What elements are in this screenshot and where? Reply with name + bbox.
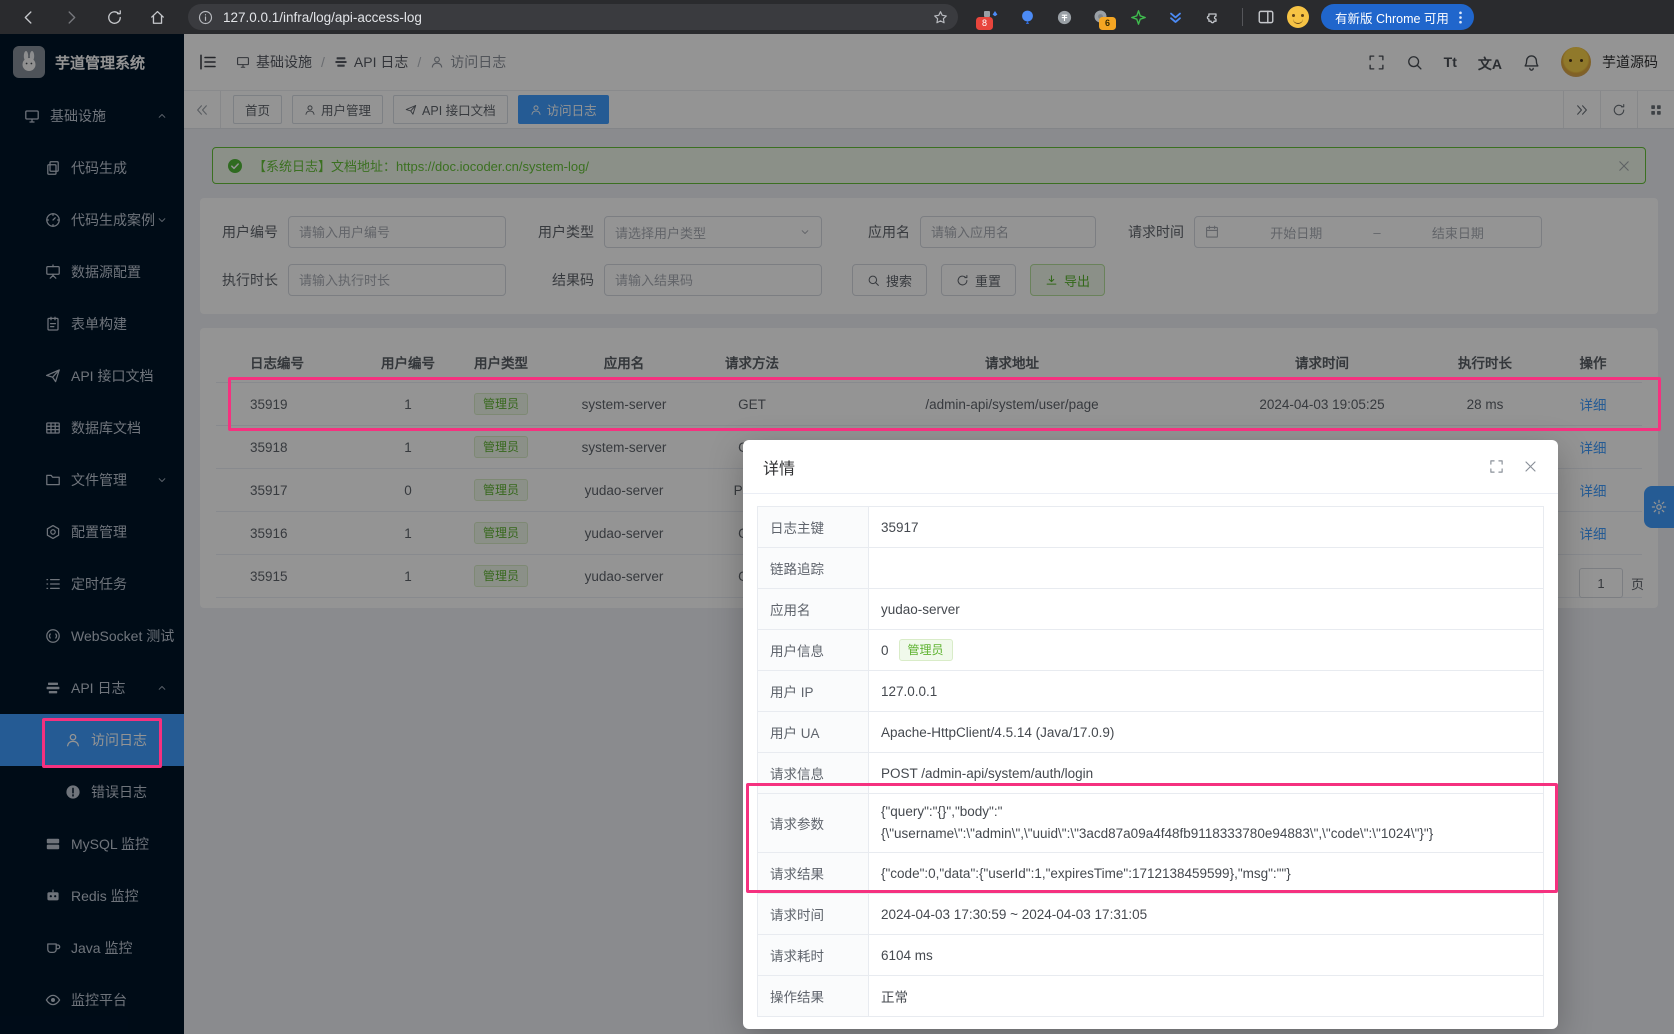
detail-descriptions: 日志主键 35917 链路追踪 应用名 yudao-server 用户信息 0管… xyxy=(757,506,1544,1017)
menu-kebab-icon[interactable] xyxy=(1453,10,1468,25)
modal-fullscreen-icon[interactable] xyxy=(1489,459,1504,474)
toolbar-separator xyxy=(1242,8,1243,26)
detail-row: 请求结果 {"code":0,"data":{"userId":1,"expir… xyxy=(758,853,1543,894)
detail-label: 请求参数 xyxy=(758,794,869,852)
detail-value: yudao-server xyxy=(869,589,1543,629)
detail-row: 用户 UA Apache-HttpClient/4.5.14 (Java/17.… xyxy=(758,712,1543,753)
detail-row: 请求时间 2024-04-03 17:30:59 ~ 2024-04-03 17… xyxy=(758,894,1543,935)
detail-value xyxy=(869,548,1543,588)
url-text: 127.0.0.1/infra/log/api-access-log xyxy=(223,10,933,25)
detail-row: 请求参数 {"query":"{}","body":"{\"username\"… xyxy=(758,794,1543,853)
extension-badge: 8 xyxy=(976,17,993,30)
reload-icon[interactable] xyxy=(106,9,123,26)
detail-label: 日志主键 xyxy=(758,507,869,547)
detail-row: 操作结果 正常 xyxy=(758,976,1543,1016)
detail-label: 请求结果 xyxy=(758,853,869,893)
modal-title: 详情 xyxy=(763,455,795,479)
detail-label: 操作结果 xyxy=(758,976,869,1016)
detail-label: 用户 IP xyxy=(758,671,869,711)
detail-row: 应用名 yudao-server xyxy=(758,589,1543,630)
extension-icon-1[interactable]: 8 xyxy=(980,7,1000,27)
detail-label: 请求耗时 xyxy=(758,935,869,975)
home-icon[interactable] xyxy=(149,9,166,26)
detail-value: 正常 xyxy=(869,976,1543,1016)
detail-label: 请求信息 xyxy=(758,753,869,793)
chrome-update-button[interactable]: 有新版 Chrome 可用 xyxy=(1321,4,1474,30)
page: 127.0.0.1/infra/log/api-access-log 8 6 xyxy=(0,0,1674,1034)
extension-area: 8 6 xyxy=(980,7,1222,27)
detail-row: 用户 IP 127.0.0.1 xyxy=(758,671,1543,712)
detail-label: 用户信息 xyxy=(758,630,869,670)
browser-toolbar: 127.0.0.1/infra/log/api-access-log 8 6 xyxy=(0,0,1674,34)
detail-value: POST /admin-api/system/auth/login xyxy=(869,753,1543,793)
chrome-update-label: 有新版 Chrome 可用 xyxy=(1335,8,1449,27)
detail-value: 0管理员 xyxy=(869,630,1543,670)
back-icon[interactable] xyxy=(20,9,37,26)
user-type-badge: 管理员 xyxy=(899,639,953,661)
detail-value: 35917 xyxy=(869,507,1543,547)
url-bar[interactable]: 127.0.0.1/infra/log/api-access-log xyxy=(188,4,958,30)
forward-icon[interactable] xyxy=(63,9,80,26)
extensions-puzzle-icon[interactable] xyxy=(1202,7,1222,27)
detail-value: 2024-04-03 17:30:59 ~ 2024-04-03 17:31:0… xyxy=(869,894,1543,934)
extension-badge: 6 xyxy=(1099,17,1116,30)
extension-icon-6[interactable] xyxy=(1165,7,1185,27)
detail-value: Apache-HttpClient/4.5.14 (Java/17.0.9) xyxy=(869,712,1543,752)
extension-icon-5[interactable] xyxy=(1128,7,1148,27)
extension-icon-3[interactable] xyxy=(1054,7,1074,27)
detail-value: {"code":0,"data":{"userId":1,"expiresTim… xyxy=(869,853,1543,893)
extension-icon-2[interactable] xyxy=(1017,7,1037,27)
browser-profile-avatar[interactable] xyxy=(1287,6,1309,28)
modal-body: 日志主键 35917 链路追踪 应用名 yudao-server 用户信息 0管… xyxy=(743,494,1558,1029)
detail-row: 请求信息 POST /admin-api/system/auth/login xyxy=(758,753,1543,794)
detail-value: 6104 ms xyxy=(869,935,1543,975)
modal-close-icon[interactable] xyxy=(1523,459,1538,474)
detail-row: 日志主键 35917 xyxy=(758,507,1543,548)
detail-row: 用户信息 0管理员 xyxy=(758,630,1543,671)
detail-label: 请求时间 xyxy=(758,894,869,934)
detail-modal: 详情 日志主键 35917 链路追踪 应用名 yudao-server 用户信息… xyxy=(743,440,1558,1029)
detail-value: 127.0.0.1 xyxy=(869,671,1543,711)
extension-icon-4[interactable]: 6 xyxy=(1091,7,1111,27)
info-icon[interactable] xyxy=(198,10,213,25)
detail-label: 应用名 xyxy=(758,589,869,629)
detail-row: 链路追踪 xyxy=(758,548,1543,589)
detail-label: 链路追踪 xyxy=(758,548,869,588)
side-panel-icon[interactable] xyxy=(1257,8,1275,26)
detail-value: {"query":"{}","body":"{\"username\":\"ad… xyxy=(869,794,1543,852)
bookmark-star-icon[interactable] xyxy=(933,10,948,25)
modal-header: 详情 xyxy=(743,440,1558,494)
detail-row: 请求耗时 6104 ms xyxy=(758,935,1543,976)
detail-label: 用户 UA xyxy=(758,712,869,752)
